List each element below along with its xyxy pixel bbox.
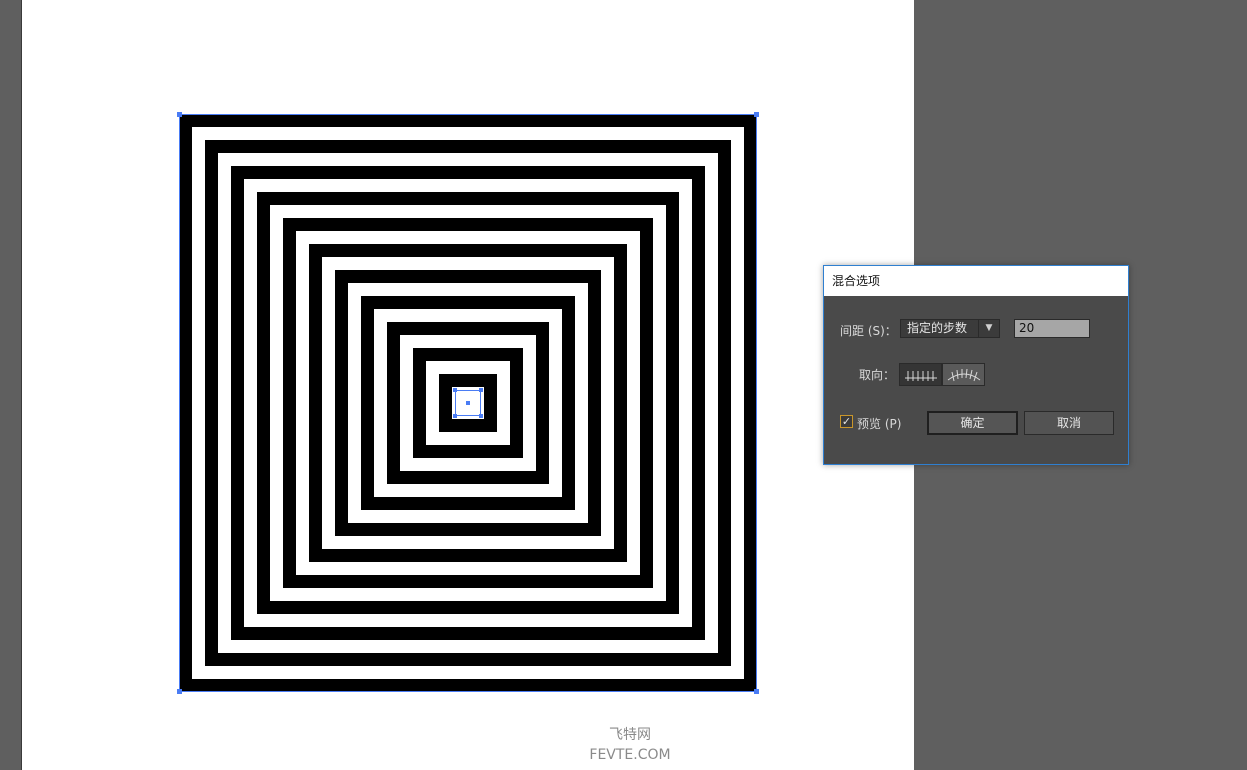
selection-outline	[179, 691, 757, 692]
selection-handle[interactable]	[177, 112, 182, 117]
preview-checkbox[interactable]: ✓	[840, 415, 853, 428]
align-to-page-button[interactable]	[899, 363, 942, 386]
preview-label[interactable]: 预览 (P)	[857, 415, 901, 432]
steps-input[interactable]: 20	[1014, 319, 1090, 338]
left-pasteboard	[0, 0, 22, 770]
inner-selection-handle[interactable]	[453, 414, 457, 418]
selection-handle[interactable]	[754, 112, 759, 117]
align-to-path-button[interactable]	[942, 363, 985, 386]
spacing-select[interactable]: 指定的步数 ▼	[900, 319, 1000, 338]
spacing-label: 间距 (S)：	[840, 324, 897, 338]
selection-handle[interactable]	[754, 689, 759, 694]
orientation-label: 取向：	[859, 368, 896, 382]
align-to-page-icon	[905, 371, 937, 381]
selection-outline	[756, 114, 757, 692]
inner-selection-outline	[455, 415, 481, 416]
inner-selection-outline	[480, 390, 481, 416]
watermark-english: FEVTE.COM	[589, 747, 671, 763]
watermark-chinese: 飞特网	[609, 727, 651, 743]
dialog-title[interactable]: 混合选项	[824, 266, 1128, 296]
watermark: 飞特网 FEVTE.COM	[570, 728, 690, 762]
selection-handle[interactable]	[177, 689, 182, 694]
cancel-button[interactable]: 取消	[1024, 411, 1114, 435]
selection-outline	[179, 114, 757, 115]
ok-button[interactable]: 确定	[927, 411, 1018, 435]
inner-selection-handle[interactable]	[479, 414, 483, 418]
spacing-selected-value: 指定的步数	[907, 321, 968, 335]
inner-selection-handle[interactable]	[453, 388, 457, 392]
inner-selection-outline	[455, 390, 481, 391]
inner-selection-handle[interactable]	[466, 401, 470, 405]
blend-artwork[interactable]	[177, 112, 759, 694]
blend-options-dialog[interactable]: 混合选项 间距 (S)： 指定的步数 ▼ 20 取向： ✓ 预览 (P) 确定 …	[823, 265, 1129, 465]
chevron-down-icon[interactable]: ▼	[978, 320, 999, 337]
selection-outline	[179, 114, 180, 692]
inner-selection-outline	[455, 390, 456, 416]
inner-selection-handle[interactable]	[479, 388, 483, 392]
align-to-path-icon	[947, 368, 981, 382]
